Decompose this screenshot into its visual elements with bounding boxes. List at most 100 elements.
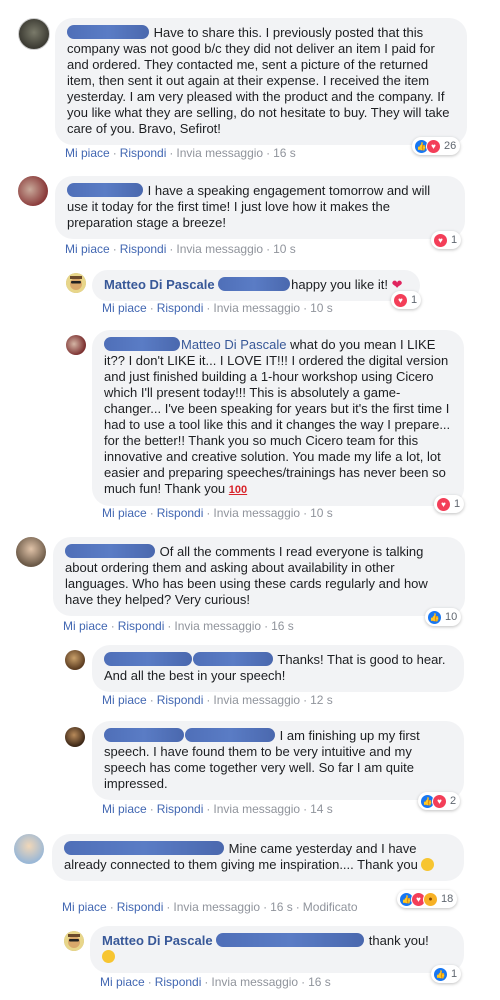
reply-link[interactable]: Rispondi: [120, 242, 167, 256]
comment-actions: Mi piace · Rispondi · Invia messaggio · 12 s: [102, 693, 333, 707]
redacted-author-name[interactable]: [67, 183, 143, 197]
love-reaction-icon: ♥: [426, 138, 441, 154]
comment-bubble: Matteo Di Pascale happy you like it! ❤: [92, 270, 420, 301]
redacted-tag[interactable]: [218, 277, 291, 291]
reply-link[interactable]: Rispondi: [155, 975, 202, 989]
reaction-count: 18: [441, 893, 454, 905]
timestamp[interactable]: 10 s: [310, 506, 333, 520]
reply-link[interactable]: Rispondi: [157, 693, 204, 707]
avatar[interactable]: [18, 18, 50, 50]
avatar[interactable]: [65, 650, 85, 670]
reaction-count: 1: [454, 498, 461, 510]
avatar[interactable]: [14, 834, 44, 864]
author-name[interactable]: Matteo Di Pascale: [102, 933, 213, 948]
comment-bubble: Mine came yesterday and I have already c…: [52, 834, 464, 881]
avatar[interactable]: [64, 931, 84, 951]
comment-actions: Mi piace · Rispondi · Invia messaggio · 14 s: [102, 802, 333, 816]
send-message-link[interactable]: Invia messaggio: [176, 146, 263, 160]
reaction-count: 26: [444, 140, 457, 152]
redacted-tag[interactable]: [193, 652, 273, 666]
redacted-author-name[interactable]: [67, 25, 149, 39]
send-message-link[interactable]: Invia messaggio: [213, 802, 300, 816]
timestamp[interactable]: 16 s: [273, 146, 296, 160]
redacted-author-name[interactable]: [104, 652, 192, 666]
redacted-tag[interactable]: [185, 728, 275, 742]
comment-actions: Mi piace · Rispondi · Invia messaggio · 16 s: [65, 146, 296, 160]
redacted-author-name[interactable]: [64, 841, 224, 855]
like-link[interactable]: Mi piace: [65, 146, 110, 160]
haha-reaction-icon: ●: [423, 891, 438, 907]
comment-text: thank you!: [368, 933, 429, 948]
reaction-summary[interactable]: 👍 1: [431, 965, 462, 983]
timestamp[interactable]: 14 s: [310, 802, 333, 816]
avatar[interactable]: [66, 273, 86, 293]
comment-bubble: I have a speaking engagement tomorrow an…: [55, 176, 465, 239]
like-link[interactable]: Mi piace: [62, 900, 107, 914]
love-reaction-icon: ♥: [433, 232, 448, 248]
like-link[interactable]: Mi piace: [102, 693, 147, 707]
timestamp[interactable]: 16 s: [271, 619, 294, 633]
send-message-link[interactable]: Invia messaggio: [176, 242, 263, 256]
comment-bubble: Have to share this. I previously posted …: [55, 18, 467, 145]
send-message-link[interactable]: Invia messaggio: [213, 693, 300, 707]
hundred-points-emoji-icon: 100: [228, 484, 248, 496]
comment-text: Have to share this. I previously posted …: [67, 25, 450, 136]
comment-actions: Mi piace · Rispondi · Invia messaggio · 10 s: [102, 506, 333, 520]
reaction-summary[interactable]: ♥ 1: [434, 495, 465, 513]
send-message-link[interactable]: Invia messaggio: [211, 975, 298, 989]
reply-link[interactable]: Rispondi: [117, 900, 164, 914]
comment-bubble: Of all the comments I read everyone is t…: [53, 537, 465, 616]
reply-link[interactable]: Rispondi: [157, 301, 204, 315]
comment-bubble: Matteo Di Pascale what do you mean I LIK…: [92, 330, 464, 506]
timestamp[interactable]: 16 s: [308, 975, 331, 989]
reply-link[interactable]: Rispondi: [120, 146, 167, 160]
send-message-link[interactable]: Invia messaggio: [174, 619, 261, 633]
redacted-tag[interactable]: [216, 933, 365, 947]
comment-actions: Mi piace · Rispondi · Invia messaggio · 16 s: [63, 619, 294, 633]
comment-actions: Mi piace · Rispondi · Invia messaggio · 10 s: [65, 242, 296, 256]
reaction-summary[interactable]: 👍 ♥ 26: [412, 137, 461, 155]
smiling-emoji-icon: [102, 950, 115, 963]
mention-tag[interactable]: Matteo Di Pascale: [181, 337, 287, 352]
reaction-summary[interactable]: 👍 ♥ 2: [418, 792, 461, 810]
reaction-summary[interactable]: 👍 ♥ ● 18: [397, 890, 458, 908]
like-reaction-icon: 👍: [433, 966, 448, 982]
like-link[interactable]: Mi piace: [100, 975, 145, 989]
send-message-link[interactable]: Invia messaggio: [173, 900, 260, 914]
reply-link[interactable]: Rispondi: [157, 506, 204, 520]
reply-link[interactable]: Rispondi: [118, 619, 165, 633]
heart-emoji-icon: ❤: [391, 277, 403, 292]
like-link[interactable]: Mi piace: [63, 619, 108, 633]
timestamp[interactable]: 10 s: [273, 242, 296, 256]
like-link[interactable]: Mi piace: [102, 802, 147, 816]
like-link[interactable]: Mi piace: [65, 242, 110, 256]
comment-text: what do you mean I LIKE it?? I don't LIK…: [104, 337, 451, 496]
redacted-author-name[interactable]: [104, 337, 180, 351]
redacted-author-name[interactable]: [65, 544, 155, 558]
avatar[interactable]: [66, 335, 86, 355]
reaction-summary[interactable]: 👍 10: [425, 608, 462, 626]
reply-link[interactable]: Rispondi: [157, 802, 204, 816]
avatar[interactable]: [65, 727, 85, 747]
timestamp[interactable]: 12 s: [310, 693, 333, 707]
character-avatar-icon: [66, 273, 86, 293]
reaction-count: 1: [451, 968, 458, 980]
author-name[interactable]: Matteo Di Pascale: [104, 277, 215, 292]
edited-label[interactable]: Modificato: [303, 900, 358, 914]
send-message-link[interactable]: Invia messaggio: [213, 301, 300, 315]
reaction-count: 1: [411, 294, 418, 306]
avatar[interactable]: [18, 176, 48, 206]
like-link[interactable]: Mi piace: [102, 506, 147, 520]
reaction-summary[interactable]: ♥ 1: [431, 231, 462, 249]
character-avatar-icon: [64, 931, 84, 951]
reaction-count: 1: [451, 234, 458, 246]
redacted-author-name[interactable]: [104, 728, 184, 742]
reaction-summary[interactable]: ♥ 1: [391, 291, 422, 309]
avatar[interactable]: [16, 537, 46, 567]
send-message-link[interactable]: Invia messaggio: [213, 506, 300, 520]
like-link[interactable]: Mi piace: [102, 301, 147, 315]
timestamp[interactable]: 16 s: [270, 900, 293, 914]
comment-bubble: I am finishing up my first speech. I hav…: [92, 721, 464, 800]
love-reaction-icon: ♥: [436, 496, 451, 512]
timestamp[interactable]: 10 s: [310, 301, 333, 315]
